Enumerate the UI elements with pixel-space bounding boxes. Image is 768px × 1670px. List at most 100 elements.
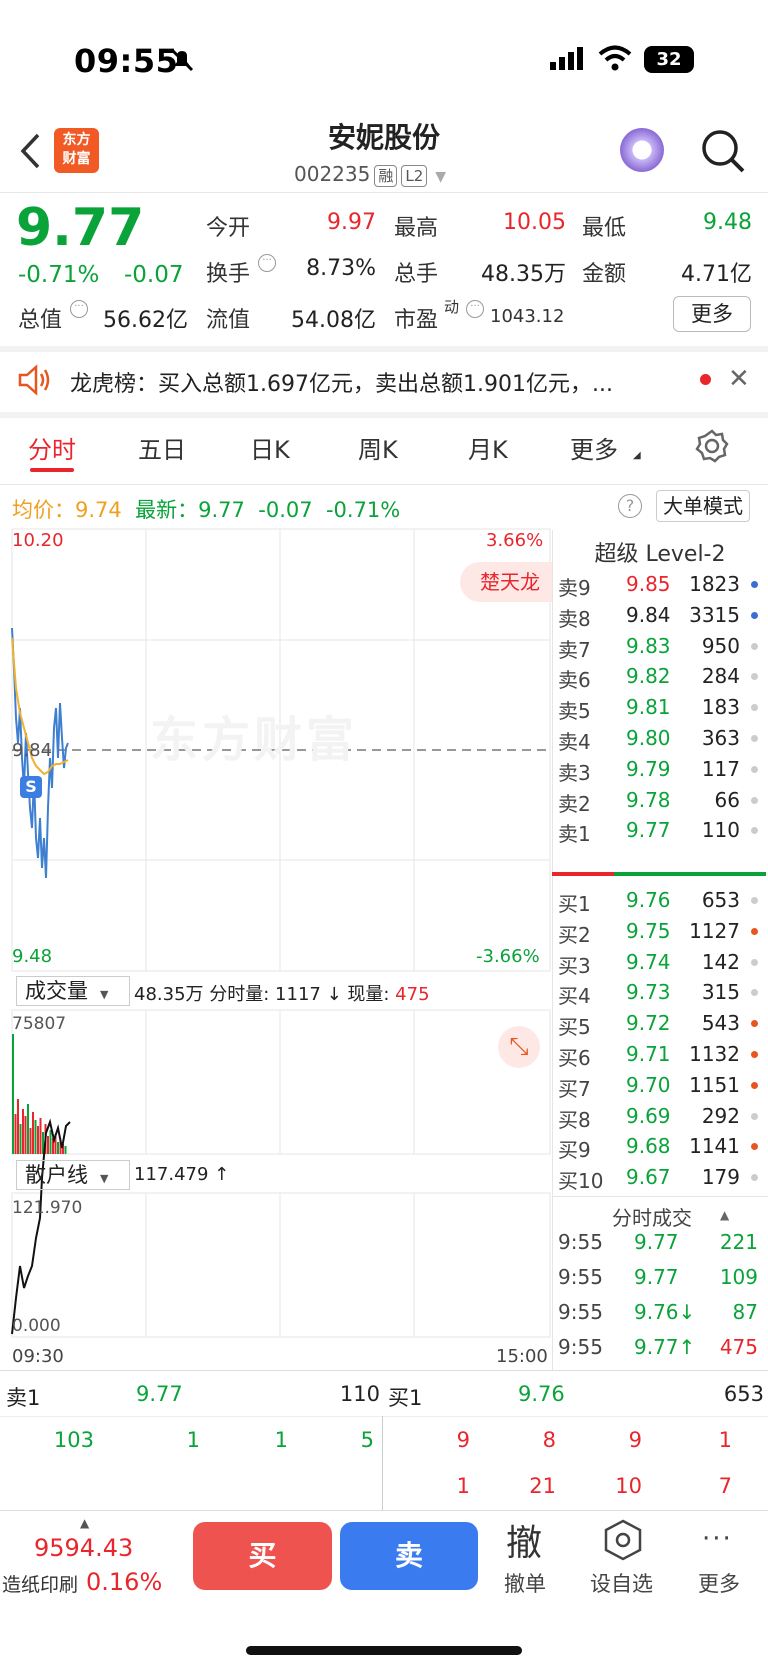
big-order-mode-button[interactable]: 大单模式: [656, 490, 750, 522]
ask-row[interactable]: 卖5 9.81 183: [556, 691, 764, 723]
avg-value: 9.74: [75, 498, 122, 522]
trade-price: 9.77: [634, 1265, 679, 1289]
more-icon[interactable]: ···: [702, 1524, 733, 1554]
ask-row[interactable]: 卖4 9.80 363: [556, 722, 764, 754]
ask-volume: 183: [701, 695, 740, 720]
volume-indicator-select[interactable]: 成交量 ▼: [16, 976, 130, 1006]
ask-row[interactable]: 卖9 9.85 1823: [556, 568, 764, 600]
expand-icon[interactable]: ⤡: [498, 1026, 540, 1068]
chevron-down-icon[interactable]: ▼: [435, 169, 446, 185]
trade-time: 9:55: [558, 1230, 603, 1254]
sell-queue-item: 1: [274, 1428, 288, 1452]
tab-monthly-k[interactable]: 月K: [468, 430, 508, 465]
index-pct[interactable]: 0.16%: [86, 1568, 162, 1596]
queue-sell-price: 9.77: [136, 1382, 183, 1406]
volume-bar: [34, 1120, 37, 1154]
close-icon[interactable]: ✕: [728, 364, 750, 394]
bid-volume: 142: [701, 949, 740, 974]
concept-tag[interactable]: 楚天龙: [460, 562, 552, 602]
bid-row[interactable]: 买1 9.76 653: [556, 884, 764, 916]
bid-row[interactable]: 买6 9.71 1132: [556, 1038, 764, 1070]
bid-price: 9.70: [626, 1072, 671, 1097]
status-time: 09:55: [74, 42, 179, 80]
ask-label: 卖2: [558, 791, 591, 816]
collapse-icon[interactable]: ▲: [720, 1208, 729, 1222]
gear-icon[interactable]: [694, 428, 730, 464]
stock-code: 002235: [294, 162, 371, 186]
trade-row: 9:55 9.77↑ 475: [556, 1331, 764, 1363]
bid-volume: 653: [701, 888, 740, 912]
ask-label: 卖9: [558, 576, 591, 600]
time-start-label: 09:30: [12, 1346, 64, 1367]
tab-five-day[interactable]: 五日: [138, 430, 186, 465]
ask-row[interactable]: 卖8 9.84 3315: [556, 599, 764, 631]
index-expand-icon[interactable]: ▲: [80, 1516, 89, 1530]
bid-row[interactable]: 买8 9.69 292: [556, 1100, 764, 1132]
search-icon[interactable]: [700, 128, 746, 174]
sell-signal-marker[interactable]: S: [20, 776, 42, 798]
info-icon[interactable]: ···: [258, 254, 276, 272]
orderbook-title[interactable]: 超级 Level-2: [556, 536, 764, 568]
float-value: 54.08亿: [291, 308, 376, 333]
help-icon[interactable]: ?: [618, 494, 642, 518]
index-name[interactable]: 造纸印刷: [2, 1570, 78, 1597]
retail-indicator-label: 散户线: [25, 1163, 88, 1187]
open-label: 今开: [206, 216, 251, 241]
bid-label: 买2: [558, 922, 591, 947]
ask-price: 9.78: [626, 787, 671, 812]
latest-label: 最新：: [135, 498, 199, 522]
ask-row[interactable]: 卖1 9.77 110: [556, 814, 764, 846]
cancel-order-icon[interactable]: 撤: [506, 1514, 542, 1566]
more-button[interactable]: 更多: [673, 296, 751, 332]
tab-intraday[interactable]: 分时: [28, 430, 76, 465]
queue-buy-price: 9.76: [518, 1382, 565, 1406]
intraday-chart[interactable]: [0, 528, 552, 1370]
tab-more[interactable]: 更多: [570, 430, 618, 465]
high-value: 10.05: [503, 210, 566, 235]
tab-daily-k[interactable]: 日K: [250, 430, 290, 465]
buy-queue-item: 1: [456, 1474, 470, 1498]
trade-price: 9.76↓: [634, 1300, 696, 1324]
sell-button[interactable]: 卖: [340, 1522, 478, 1590]
add-watchlist-label[interactable]: 设自选: [590, 1568, 653, 1598]
bid-label: 买6: [558, 1046, 591, 1070]
more-label[interactable]: 更多: [698, 1568, 740, 1598]
bid-price: 9.76: [626, 888, 671, 912]
bid-row[interactable]: 买10 9.67 179: [556, 1161, 764, 1193]
index-value[interactable]: 9594.43: [34, 1534, 133, 1562]
latest-pct: -0.71%: [325, 498, 401, 522]
cancel-order-label[interactable]: 撤单: [504, 1568, 546, 1598]
retail-indicator-select[interactable]: 散户线 ▼: [16, 1160, 130, 1190]
bid-row[interactable]: 买4 9.73 315: [556, 976, 764, 1008]
bid-row[interactable]: 买3 9.74 142: [556, 946, 764, 978]
ask-row[interactable]: 卖7 9.83 950: [556, 630, 764, 662]
ask-label: 卖4: [558, 730, 591, 754]
buy-button[interactable]: 买: [193, 1522, 332, 1590]
tab-weekly-k[interactable]: 周K: [358, 430, 398, 465]
ask-row[interactable]: 卖2 9.78 66: [556, 784, 764, 816]
ask-label: 卖3: [558, 760, 591, 785]
ask-row[interactable]: 卖3 9.79 117: [556, 753, 764, 785]
y-max-label: 10.20: [12, 530, 64, 551]
order-dot-icon: [751, 827, 758, 835]
ask-label: 卖1: [558, 822, 591, 847]
buy-queue-item: 7: [718, 1474, 732, 1498]
order-dot-icon: [751, 989, 758, 997]
bid-row[interactable]: 买2 9.75 1127: [556, 915, 764, 947]
bell-muted-icon: [170, 48, 194, 72]
change-pct: -0.71%: [18, 262, 100, 288]
info-icon[interactable]: ···: [70, 300, 88, 318]
avg-label: 均价：: [12, 498, 75, 522]
avg-line-info: 均价：9.74 最新：9.77 -0.07 -0.71%: [12, 494, 400, 524]
bid-row[interactable]: 买9 9.68 1141: [556, 1130, 764, 1162]
watchlist-add-icon[interactable]: [602, 1518, 644, 1562]
trade-time: 9:55: [558, 1265, 603, 1289]
info-icon[interactable]: ···: [466, 300, 484, 318]
speaker-icon: [18, 364, 50, 396]
dragon-tiger-banner[interactable]: 龙虎榜：买入总额1.697亿元，卖出总额1.901亿元，...: [70, 366, 678, 398]
ask-row[interactable]: 卖6 9.82 284: [556, 660, 764, 692]
robot-assistant-icon[interactable]: [620, 128, 664, 172]
bid-row[interactable]: 买7 9.70 1151: [556, 1069, 764, 1101]
order-dot-icon: [751, 1174, 758, 1182]
bid-row[interactable]: 买5 9.72 543: [556, 1007, 764, 1039]
